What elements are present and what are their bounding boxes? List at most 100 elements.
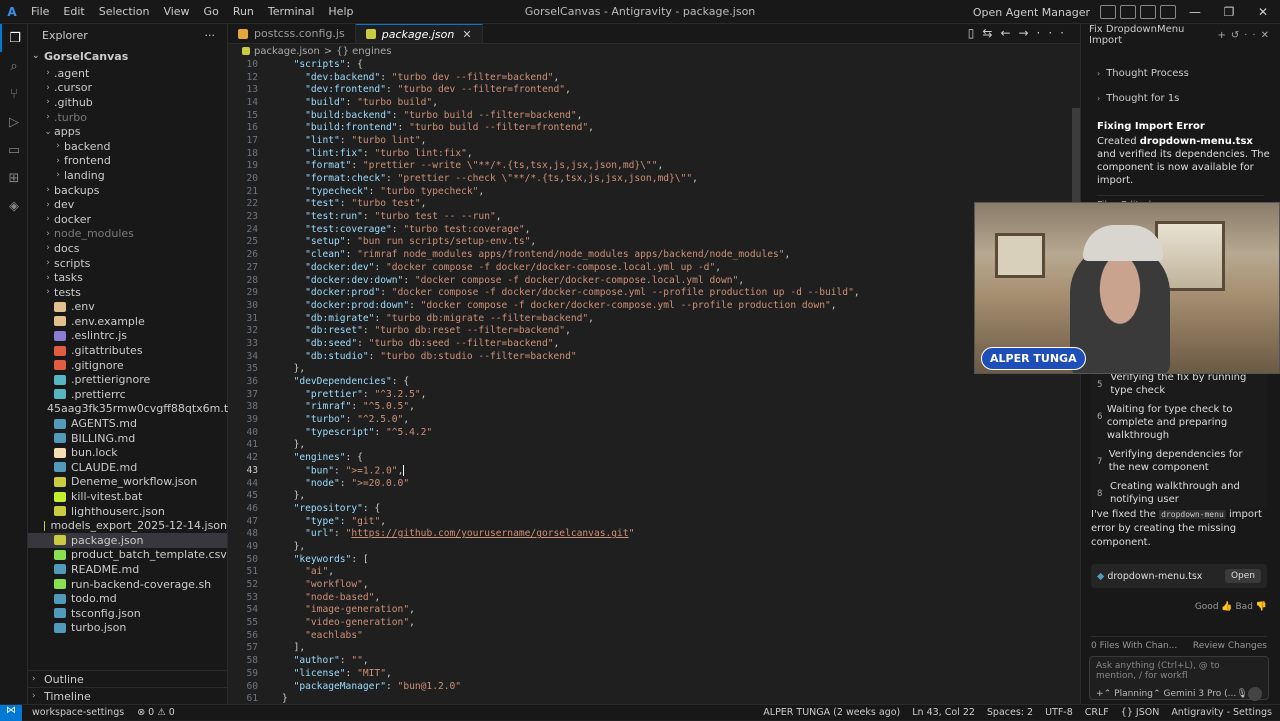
indentation-status[interactable]: Spaces: 2 — [987, 707, 1033, 718]
code-line[interactable]: 45 }, — [228, 489, 1080, 502]
code-line[interactable]: 17 "lint": "turbo lint", — [228, 134, 1080, 147]
breadcrumb-file[interactable]: package.json — [254, 46, 320, 57]
sidebar-toggle-icon[interactable] — [1140, 5, 1156, 19]
tree-folder[interactable]: › dev — [28, 197, 227, 212]
workspace-root[interactable]: ⌄ GorselCanvas — [28, 46, 227, 66]
code-line[interactable]: 56 "eachlabs" — [228, 629, 1080, 642]
code-line[interactable]: 19 "format": "prettier --write \"**/*.{t… — [228, 160, 1080, 173]
code-line[interactable]: 35 }, — [228, 363, 1080, 376]
panel-toggle-icon[interactable] — [1120, 5, 1136, 19]
tree-file[interactable]: models_export_2025-12-14.json — [28, 518, 227, 533]
tree-file[interactable]: tsconfig.json — [28, 606, 227, 621]
language-status[interactable]: {} JSON — [1121, 707, 1160, 718]
code-line[interactable]: 44 "node": ">=20.0.0" — [228, 477, 1080, 490]
code-line[interactable]: 37 "prettier": "^3.2.5", — [228, 388, 1080, 401]
code-line[interactable]: 57 ], — [228, 642, 1080, 655]
code-line[interactable]: 16 "build:frontend": "turbo build --filt… — [228, 121, 1080, 134]
code-line[interactable]: 53 "node-based", — [228, 591, 1080, 604]
encoding-status[interactable]: UTF-8 — [1045, 707, 1073, 718]
menu-item-selection[interactable]: Selection — [92, 5, 157, 18]
tree-folder[interactable]: › tests — [28, 285, 227, 300]
code-line[interactable]: 51 "ai", — [228, 566, 1080, 579]
tree-folder[interactable]: › docs — [28, 241, 227, 256]
git-blame-status[interactable]: ALPER TUNGA (2 weeks ago) — [763, 707, 900, 718]
menu-item-file[interactable]: File — [24, 5, 56, 18]
tab-package-json[interactable]: package.json ✕ — [355, 24, 483, 43]
code-line[interactable]: 42 "engines": { — [228, 451, 1080, 464]
tree-file[interactable]: README.md — [28, 562, 227, 577]
code-line[interactable]: 12 "dev:backend": "turbo dev --filter=ba… — [228, 71, 1080, 84]
tab-postcss-config[interactable]: postcss.config.js — [228, 24, 356, 43]
code-line[interactable]: 40 "typescript": "^5.4.2" — [228, 426, 1080, 439]
send-button[interactable] — [1248, 687, 1262, 701]
code-line[interactable]: 43 "bun": ">=1.2.0", — [228, 464, 1080, 477]
remote-indicator-icon[interactable]: ⋈ — [0, 704, 22, 721]
eol-status[interactable]: CRLF — [1085, 707, 1109, 718]
secondary-sidebar-icon[interactable] — [1160, 5, 1176, 19]
explorer-icon[interactable]: ❐ — [0, 24, 28, 52]
tree-file[interactable]: package.json — [28, 533, 227, 548]
menu-item-terminal[interactable]: Terminal — [261, 5, 322, 18]
tree-file[interactable]: Deneme_workflow.json — [28, 475, 227, 490]
layout-toggle-icon[interactable] — [1100, 5, 1116, 19]
menu-item-edit[interactable]: Edit — [56, 5, 91, 18]
tree-folder[interactable]: › backups — [28, 183, 227, 198]
tree-file[interactable]: .prettierignore — [28, 372, 227, 387]
tree-folder[interactable]: › .cursor — [28, 81, 227, 96]
tree-file[interactable]: AGENTS.md — [28, 416, 227, 431]
tree-folder[interactable]: › .turbo — [28, 110, 227, 125]
tree-file[interactable]: .gitattributes — [28, 343, 227, 358]
tree-file[interactable]: product_batch_template.csv — [28, 548, 227, 563]
tree-folder[interactable]: › tasks — [28, 270, 227, 285]
close-tab-icon[interactable]: ✕ — [462, 28, 471, 41]
tree-folder[interactable]: › node_modules — [28, 227, 227, 242]
minimize-button[interactable]: — — [1178, 5, 1212, 19]
code-line[interactable]: 29 "docker:prod": "docker compose -f doc… — [228, 286, 1080, 299]
remote-explorer-icon[interactable]: ▭ — [0, 136, 28, 164]
code-line[interactable]: 47 "type": "git", — [228, 515, 1080, 528]
code-line[interactable]: 10 "scripts": { — [228, 58, 1080, 71]
timeline-section[interactable]: › Timeline — [28, 687, 228, 704]
code-line[interactable]: 13 "dev:frontend": "turbo dev --filter=f… — [228, 83, 1080, 96]
mode-selector[interactable]: ⌃ Planning — [1104, 689, 1153, 699]
tree-file[interactable]: todo.md — [28, 591, 227, 606]
open-file-button[interactable]: Open — [1224, 569, 1261, 583]
code-line[interactable]: 48 "url": "https://github.com/youruserna… — [228, 527, 1080, 540]
tree-file[interactable]: .eslintrc.js — [28, 329, 227, 344]
tree-folder[interactable]: › scripts — [28, 256, 227, 271]
code-line[interactable]: 22 "test": "turbo test", — [228, 198, 1080, 211]
tree-file[interactable]: turbo.json — [28, 621, 227, 636]
outline-section[interactable]: › Outline — [28, 670, 228, 687]
editor-actions[interactable]: ▯⇆←→··· — [968, 26, 1072, 40]
code-line[interactable]: 31 "db:migrate": "turbo db:migrate --fil… — [228, 312, 1080, 325]
code-line[interactable]: 61} — [228, 692, 1080, 704]
code-line[interactable]: 33 "db:seed": "turbo db:seed --filter=ba… — [228, 337, 1080, 350]
code-line[interactable]: 24 "test:coverage": "turbo test:coverage… — [228, 223, 1080, 236]
agent-input[interactable]: Ask anything (Ctrl+L), @ to mention, / f… — [1089, 656, 1269, 701]
cursor-position-status[interactable]: Ln 43, Col 22 — [912, 707, 975, 718]
maximize-button[interactable]: ❐ — [1212, 5, 1246, 19]
code-line[interactable]: 18 "lint:fix": "turbo lint:fix", — [228, 147, 1080, 160]
menu-item-run[interactable]: Run — [226, 5, 261, 18]
agent-input-placeholder[interactable]: Ask anything (Ctrl+L), @ to mention, / f… — [1090, 657, 1268, 685]
review-changes-button[interactable]: Review Changes — [1193, 641, 1267, 651]
settings-status[interactable]: Antigravity - Settings — [1171, 707, 1272, 718]
code-line[interactable]: 28 "docker:dev:down": "docker compose -f… — [228, 274, 1080, 287]
agent-icon[interactable]: ◈ — [0, 192, 28, 220]
tree-file[interactable]: kill-vitest.bat — [28, 489, 227, 504]
code-line[interactable]: 32 "db:reset": "turbo db:reset --filter=… — [228, 324, 1080, 337]
extensions-icon[interactable]: ⊞ — [0, 164, 28, 192]
code-line[interactable]: 38 "rimraf": "^5.0.5", — [228, 401, 1080, 414]
model-selector[interactable]: ⌃ Gemini 3 Pro (... — [1153, 689, 1236, 699]
add-context-icon[interactable]: + — [1096, 689, 1104, 699]
code-line[interactable]: 25 "setup": "bun run scripts/setup-env.t… — [228, 236, 1080, 249]
tree-folder[interactable]: › landing — [28, 168, 227, 183]
tree-file[interactable]: lighthouserc.json — [28, 504, 227, 519]
code-line[interactable]: 14 "build": "turbo build", — [228, 96, 1080, 109]
bad-button[interactable]: Bad — [1236, 602, 1253, 612]
search-icon[interactable]: ⌕ — [0, 52, 28, 80]
thought-for-toggle[interactable]: › Thought for 1s — [1081, 89, 1280, 108]
tree-folder[interactable]: › .github — [28, 95, 227, 110]
code-line[interactable]: 60 "packageManager": "bun@1.2.0" — [228, 680, 1080, 693]
code-line[interactable]: 46 "repository": { — [228, 502, 1080, 515]
